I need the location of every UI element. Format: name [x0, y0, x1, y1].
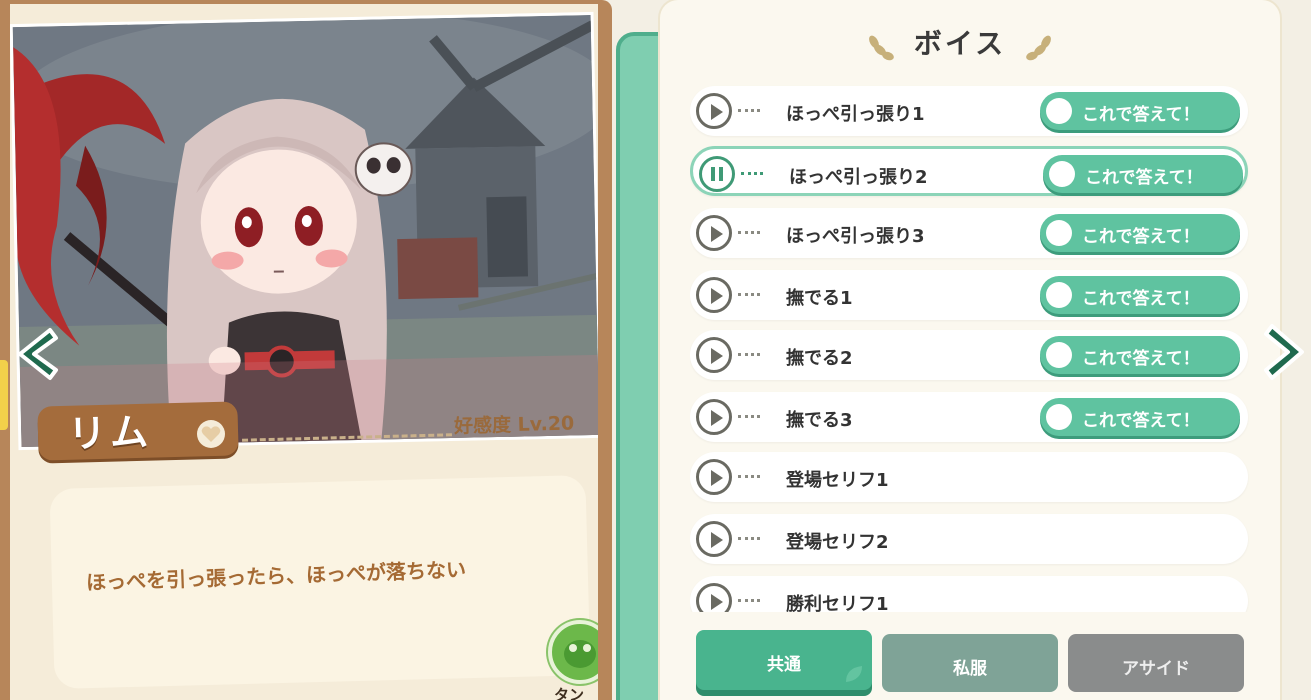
pause-button[interactable]	[699, 156, 735, 192]
play-button[interactable]	[696, 583, 732, 612]
voice-label: ほっぺ引っ張り2	[789, 167, 928, 188]
pause-icon	[711, 167, 723, 181]
voice-row[interactable]: 撫でる2 これで答えて！	[690, 330, 1248, 380]
voice-label: ほっぺ引っ張り3	[786, 226, 925, 247]
answer-button[interactable]: これで答えて！	[1040, 398, 1240, 436]
play-button[interactable]	[696, 521, 732, 557]
answer-label: これで答えて！	[1082, 349, 1200, 369]
radio-icon	[1046, 98, 1072, 124]
next-arrow-icon[interactable]	[1262, 322, 1308, 382]
voice-label: 勝利セリフ1	[786, 594, 889, 612]
answer-label: これで答えて！	[1082, 289, 1200, 309]
answer-label: これで答えて！	[1082, 105, 1200, 125]
dots-icon	[738, 231, 760, 234]
previous-arrow-icon[interactable]	[14, 326, 60, 382]
voice-row[interactable]: ほっぺ引っ張り3 これで答えて！	[690, 208, 1248, 258]
answer-button[interactable]: これで答えて！	[1043, 155, 1243, 193]
laurel-right-icon	[1026, 35, 1051, 61]
play-icon	[711, 532, 723, 548]
voice-list[interactable]: ほっぺ引っ張り1 これで答えて！ ほっぺ引っ張り2 これで答えて！ ほっぺ引っ張…	[690, 82, 1250, 612]
answer-label: これで答えて！	[1082, 411, 1200, 431]
voice-row[interactable]: 撫でる3 これで答えて！	[690, 392, 1248, 442]
wardrobe-icon[interactable]	[548, 620, 598, 684]
radio-icon	[1049, 161, 1075, 187]
wardrobe-label[interactable]: タンス	[554, 684, 598, 700]
play-icon	[711, 470, 723, 486]
tab-private[interactable]: 私服	[882, 634, 1058, 692]
dots-icon	[738, 353, 760, 356]
play-button[interactable]	[696, 459, 732, 495]
play-button[interactable]	[696, 277, 732, 313]
dots-icon	[738, 415, 760, 418]
play-icon	[711, 348, 723, 364]
answer-button[interactable]: これで答えて！	[1040, 92, 1240, 130]
character-name: リム	[67, 409, 153, 457]
voice-label: ほっぺ引っ張り1	[786, 104, 925, 125]
radio-icon	[1046, 342, 1072, 368]
play-icon	[711, 226, 723, 242]
dots-icon	[738, 537, 760, 540]
character-card: リム 好感度 Lv.20 ほっぺを引っ張ったら、ほっぺが落ちない タンス	[0, 0, 612, 700]
dots-icon	[741, 172, 763, 175]
character-illustration	[10, 11, 598, 451]
answer-label: これで答えて！	[1082, 227, 1200, 247]
play-button[interactable]	[696, 93, 732, 129]
play-button[interactable]	[696, 399, 732, 435]
voice-row[interactable]: 登場セリフ1	[690, 452, 1248, 502]
radio-icon	[1046, 404, 1072, 430]
tab-aside[interactable]: アサイド	[1068, 634, 1244, 692]
voice-label: 撫でる2	[786, 348, 853, 369]
answer-button[interactable]: これで答えて！	[1040, 276, 1240, 314]
voice-label: 撫でる3	[786, 410, 853, 431]
radio-icon	[1046, 282, 1072, 308]
voice-label: 登場セリフ1	[786, 470, 889, 491]
play-icon	[711, 104, 723, 120]
voice-row[interactable]: 撫でる1 これで答えて！	[690, 270, 1248, 320]
voice-row-active[interactable]: ほっぺ引っ張り2 これで答えて！	[690, 146, 1248, 196]
answer-button[interactable]: これで答えて！	[1040, 336, 1240, 374]
voice-row[interactable]: ほっぺ引っ張り1 これで答えて！	[690, 86, 1248, 136]
side-tab[interactable]	[0, 360, 8, 430]
dots-icon	[738, 293, 760, 296]
voice-label: 撫でる1	[786, 288, 853, 309]
heart-icon[interactable]	[196, 420, 226, 448]
play-icon	[711, 288, 723, 304]
dots-icon	[738, 109, 760, 112]
leaf-icon	[846, 666, 862, 682]
voice-label: 登場セリフ2	[786, 532, 889, 553]
voice-row[interactable]: 勝利セリフ1	[690, 576, 1248, 612]
play-button[interactable]	[696, 215, 732, 251]
answer-button[interactable]: これで答えて！	[1040, 214, 1240, 252]
answer-label: これで答えて！	[1085, 168, 1203, 188]
voice-row[interactable]: 登場セリフ2	[690, 514, 1248, 564]
affinity-level: 好感度 Lv.20	[453, 412, 575, 438]
play-button[interactable]	[696, 337, 732, 373]
dots-icon	[738, 475, 760, 478]
play-icon	[711, 410, 723, 426]
dots-icon	[738, 599, 760, 602]
radio-icon	[1046, 220, 1072, 246]
play-icon	[711, 594, 723, 610]
